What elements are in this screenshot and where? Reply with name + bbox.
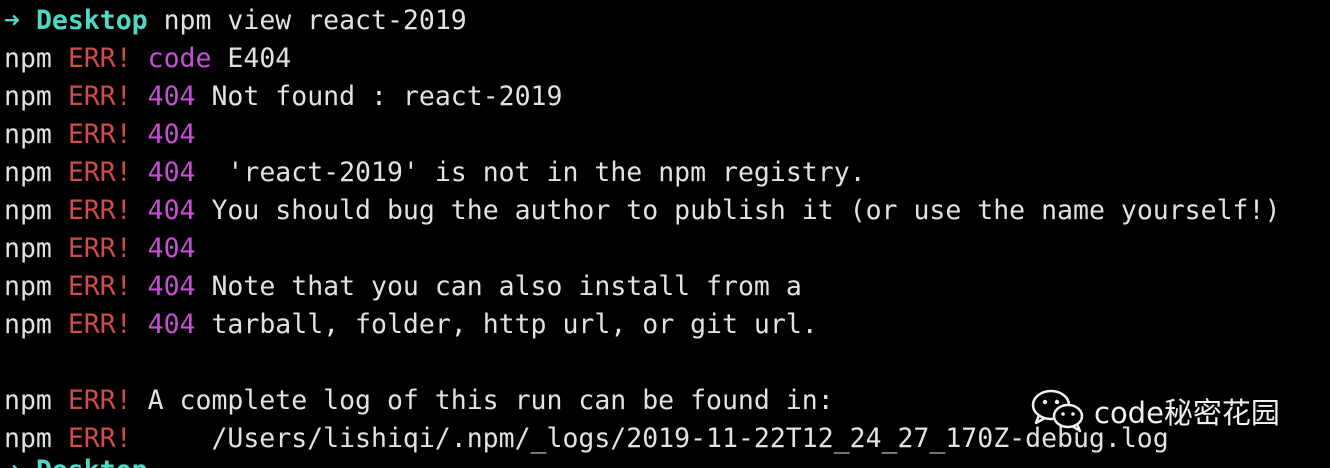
error-code: 404: [147, 119, 196, 150]
prompt-arrow-icon: ➜: [4, 455, 20, 468]
prompt-arrow-icon: ➜: [4, 5, 20, 36]
line-prefix: npm: [4, 271, 52, 302]
error-code: 404: [147, 195, 196, 226]
error-level: ERR!: [67, 43, 132, 74]
prompt-cwd: Desktop: [36, 455, 148, 468]
error-line: npm ERR! code E404: [4, 40, 291, 78]
next-prompt-line: ➜ Desktop: [4, 452, 148, 468]
log-line: npm ERR! A complete log of this run can …: [4, 382, 834, 420]
prompt-cwd: Desktop: [35, 5, 148, 36]
line-prefix: npm: [4, 119, 52, 150]
log-message: A complete log of this run can be found …: [131, 385, 834, 416]
error-level: ERR!: [67, 385, 132, 416]
error-message: Note that you can also install from a: [195, 271, 802, 302]
prompt-line: ➜ Desktop npm view react-2019: [4, 2, 467, 40]
error-code: 404: [147, 233, 196, 264]
error-level: ERR!: [67, 195, 132, 226]
error-line: npm ERR! 404 tarball, folder, http url, …: [4, 306, 818, 344]
error-level: ERR!: [67, 309, 132, 340]
wechat-icon: [1031, 389, 1084, 433]
watermark: code秘密花园: [1030, 386, 1280, 436]
prompt-command: npm view react-2019: [163, 5, 467, 36]
error-level: ERR!: [67, 157, 132, 188]
error-message: You should bug the author to publish it …: [195, 195, 1281, 226]
log-path: /Users/lishiqi/.npm/_logs/2019-11-22T12_…: [131, 423, 1169, 454]
line-prefix: npm: [4, 423, 52, 454]
error-level: ERR!: [67, 233, 132, 264]
error-code: 404: [147, 271, 196, 302]
line-prefix: npm: [4, 195, 52, 226]
error-level: ERR!: [67, 423, 132, 454]
error-line: npm ERR! 404 You should bug the author t…: [4, 192, 1280, 230]
error-message: E404: [211, 43, 292, 74]
line-prefix: npm: [4, 233, 52, 264]
terminal-window[interactable]: ➜ Desktop npm view react-2019 npm ERR! c…: [0, 0, 1330, 468]
line-prefix: npm: [4, 157, 52, 188]
error-message: 'react-2019' is not in the npm registry.: [195, 157, 866, 188]
error-line: npm ERR! 404: [4, 116, 196, 154]
error-line: npm ERR! 404: [4, 230, 196, 268]
error-line: npm ERR! 404 Note that you can also inst…: [4, 268, 802, 306]
error-line: npm ERR! 404 Not found : react-2019: [4, 78, 562, 116]
line-prefix: npm: [4, 43, 52, 74]
error-line: npm ERR! 404 'react-2019' is not in the …: [4, 154, 866, 192]
line-prefix: npm: [4, 309, 52, 340]
error-code: 404: [147, 309, 196, 340]
line-prefix: npm: [4, 81, 52, 112]
error-message: Not found : react-2019: [195, 81, 563, 112]
line-prefix: npm: [4, 385, 52, 416]
error-level: ERR!: [67, 271, 132, 302]
error-level: ERR!: [67, 81, 132, 112]
error-message: tarball, folder, http url, or git url.: [195, 309, 818, 340]
error-code: 404: [147, 157, 196, 188]
watermark-text: code秘密花园: [1094, 396, 1280, 430]
error-code: 404: [147, 81, 196, 112]
log-line: npm ERR! /Users/lishiqi/.npm/_logs/2019-…: [4, 420, 1169, 458]
error-code: code: [147, 43, 212, 74]
error-level: ERR!: [67, 119, 132, 150]
